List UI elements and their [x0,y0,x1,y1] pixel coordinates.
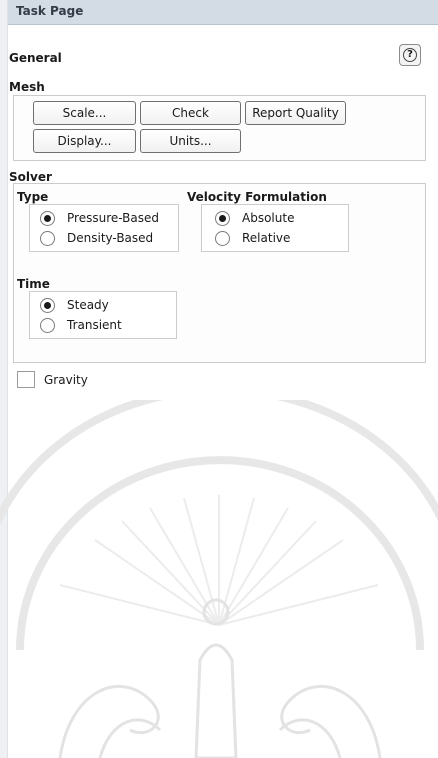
mesh-heading: Mesh [9,80,45,94]
velocity-formulation-group: Absolute Relative [201,204,349,252]
mesh-group: Scale... Check Report Quality Display...… [13,95,426,161]
check-button[interactable]: Check [140,101,241,125]
time-group: Steady Transient [29,291,177,339]
velocity-formulation-heading: Velocity Formulation [187,190,327,204]
emblem-rays [59,495,379,626]
density-based-label: Density-Based [67,231,154,245]
type-group: Pressure-Based Density-Based [29,204,179,252]
type-heading: Type [17,190,49,204]
units-button[interactable]: Units... [140,129,241,153]
relative-radio[interactable] [215,231,230,246]
emblem-tower [194,643,238,758]
solver-group: Type Pressure-Based Density-Based Veloci… [13,183,426,363]
steady-label: Steady [67,298,109,312]
steady-radio[interactable] [40,298,55,313]
help-button[interactable]: ? [399,44,421,66]
task-page-titlebar: Task Page [8,0,438,25]
pressure-based-radio[interactable] [40,211,55,226]
watermark-emblem [0,400,438,758]
transient-radio[interactable] [40,318,55,333]
absolute-radio[interactable] [215,211,230,226]
emblem-flourish-right [280,684,382,758]
general-heading: General [9,51,62,65]
task-page-title: Task Page [16,4,84,18]
emblem-flourish-left-2 [98,718,162,758]
pressure-based-label: Pressure-Based [67,211,159,225]
emblem-flourish-left [58,684,160,758]
absolute-label: Absolute [242,211,295,225]
time-heading: Time [17,277,50,291]
solver-heading: Solver [9,170,52,184]
gravity-checkbox[interactable] [17,371,35,388]
emblem-flourish-right-2 [278,718,342,758]
display-button[interactable]: Display... [33,129,136,153]
gravity-label: Gravity [44,373,88,387]
relative-label: Relative [242,231,291,245]
density-based-radio[interactable] [40,231,55,246]
report-quality-button[interactable]: Report Quality [245,101,346,125]
scale-button[interactable]: Scale... [33,101,136,125]
transient-label: Transient [67,318,122,332]
help-icon: ? [403,48,417,62]
